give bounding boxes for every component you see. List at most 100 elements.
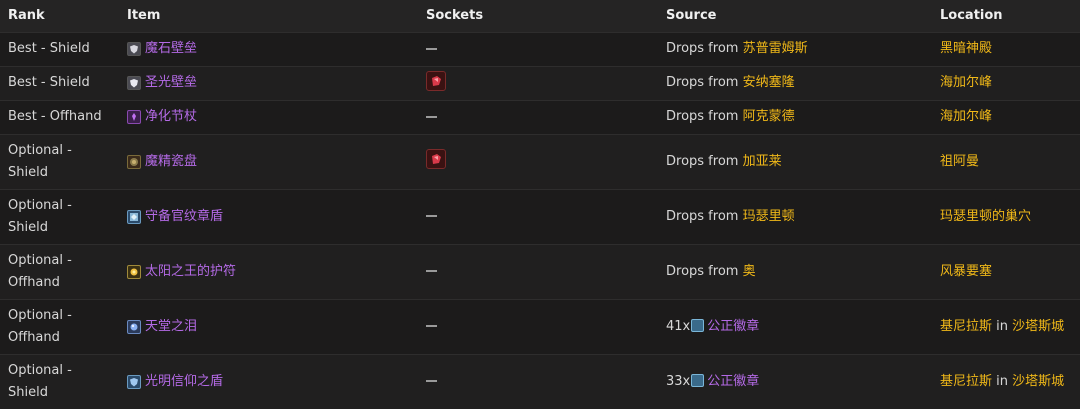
item-cell: 守备官纹章盾 [119,189,418,244]
header-item[interactable]: Item [119,0,418,32]
table-row: Best - Shield 魔石壁垒 Drops from 苏普雷姆斯 黑暗神殿 [0,32,1080,66]
no-socket-dash [426,325,437,327]
source-npc-link[interactable]: 加亚莱 [743,154,782,169]
badge-currency-link[interactable]: 公正徽章 [707,374,759,389]
badge-of-justice-icon [691,318,705,332]
item-link[interactable]: 守备官纹章盾 [145,206,223,228]
vendor-link[interactable]: 基尼拉斯 [940,319,992,334]
rank-cell: Optional - Offhand [8,307,72,345]
no-socket-dash [426,270,437,272]
location-link[interactable]: 玛瑟里顿的巢穴 [940,209,1031,224]
no-socket-dash [426,47,437,50]
shield-icon[interactable] [127,374,141,389]
socket-cell [418,134,658,189]
location-link[interactable]: 风暴要塞 [940,264,992,279]
source-prefix: Drops from [666,75,739,90]
vendor-link[interactable]: 基尼拉斯 [940,374,992,389]
shield-icon[interactable] [127,209,141,224]
badge-count: 41x [666,318,691,334]
source-npc-link[interactable]: 奥 [743,264,756,279]
item-link[interactable]: 净化节杖 [145,106,197,128]
socket-cell [418,66,658,100]
item-link[interactable]: 太阳之王的护符 [145,261,236,283]
location-cell: 玛瑟里顿的巢穴 [932,189,1080,244]
item-cell: 魔精瓷盘 [119,134,418,189]
red-gem-socket-icon[interactable] [426,70,446,91]
socket-cell [418,244,658,299]
source-cell: Drops from 玛瑟里顿 [658,189,932,244]
table-row: Optional - Shield 魔精瓷盘 Drops from 加亚莱 祖阿… [0,134,1080,189]
socket-cell [418,189,658,244]
no-socket-dash [426,115,437,118]
item-cell: 太阳之王的护符 [119,244,418,299]
badge-currency-link[interactable]: 公正徽章 [707,319,759,334]
red-gem-socket-icon[interactable] [426,149,446,169]
location-cell: 海加尔峰 [932,66,1080,100]
rank-cell: Best - Shield [8,41,90,56]
item-cell: 圣光壁垒 [119,66,418,100]
socket-cell [418,354,658,409]
table-row: Best - Offhand 净化节杖 Drops from 阿克蒙德 海加尔峰 [0,100,1080,134]
gear-table: Rank Item Sockets Source Location Best -… [0,0,1080,409]
rank-cell: Optional - Shield [8,142,72,180]
source-npc-link[interactable]: 阿克蒙德 [743,109,795,124]
rank-cell: Optional - Offhand [8,252,72,290]
rank-cell: Best - Shield [8,75,90,90]
item-link[interactable]: 魔石壁垒 [145,38,197,60]
zone-link[interactable]: 沙塔斯城 [1012,319,1064,334]
header-source[interactable]: Source [658,0,932,32]
item-link[interactable]: 光明信仰之盾 [145,371,223,393]
no-socket-dash [426,215,437,217]
location-link[interactable]: 黑暗神殿 [940,41,992,56]
shield-icon[interactable] [127,76,141,90]
location-link[interactable]: 海加尔峰 [940,75,992,90]
source-prefix: Drops from [666,109,739,124]
item-cell: 净化节杖 [119,100,418,134]
table-row: Optional - Shield 光明信仰之盾 33x 公正徽章 基尼拉斯 in… [0,354,1080,409]
source-prefix: Drops from [666,208,739,224]
location-cell: 祖阿曼 [932,134,1080,189]
source-cell: Drops from 奥 [658,244,932,299]
location-cell: 基尼拉斯 in 沙塔斯城 [932,299,1080,354]
item-link[interactable]: 圣光壁垒 [145,72,197,94]
source-prefix: Drops from [666,41,739,56]
talisman-icon[interactable] [127,264,141,279]
source-cell: Drops from 安纳塞隆 [658,66,932,100]
source-cell: Drops from 苏普雷姆斯 [658,32,932,66]
item-cell: 魔石壁垒 [119,32,418,66]
header-rank[interactable]: Rank [0,0,119,32]
table-row: Optional - Shield 守备官纹章盾 Drops from 玛瑟里顿… [0,189,1080,244]
socket-cell [418,100,658,134]
location-link[interactable]: 海加尔峰 [940,109,992,124]
location-cell: 黑暗神殿 [932,32,1080,66]
item-cell: 天堂之泪 [119,299,418,354]
rank-cell: Optional - Shield [8,362,72,400]
item-cell: 光明信仰之盾 [119,354,418,409]
shield-icon[interactable] [127,42,141,56]
header-sockets[interactable]: Sockets [418,0,658,32]
scepter-icon[interactable] [127,110,141,124]
table-header: Rank Item Sockets Source Location [0,0,1080,32]
table-row: Optional - Offhand 太阳之王的护符 Drops from 奥 … [0,244,1080,299]
header-location[interactable]: Location [932,0,1080,32]
item-link[interactable]: 天堂之泪 [145,316,197,338]
socket-cell [418,32,658,66]
source-prefix: Drops from [666,263,739,279]
item-link[interactable]: 魔精瓷盘 [145,151,197,173]
source-cell: Drops from 加亚莱 [658,134,932,189]
location-in: in [996,373,1009,389]
zone-link[interactable]: 沙塔斯城 [1012,374,1064,389]
rank-cell: Optional - Shield [8,197,72,235]
source-npc-link[interactable]: 苏普雷姆斯 [743,41,808,56]
shield-icon[interactable] [127,154,141,169]
location-cell: 基尼拉斯 in 沙塔斯城 [932,354,1080,409]
orb-icon[interactable] [127,319,141,334]
source-cell: Drops from 阿克蒙德 [658,100,932,134]
badge-of-justice-icon [691,373,705,387]
source-prefix: Drops from [666,153,739,169]
location-cell: 海加尔峰 [932,100,1080,134]
source-npc-link[interactable]: 安纳塞隆 [743,75,795,90]
location-link[interactable]: 祖阿曼 [940,154,979,169]
socket-cell [418,299,658,354]
source-npc-link[interactable]: 玛瑟里顿 [743,209,795,224]
